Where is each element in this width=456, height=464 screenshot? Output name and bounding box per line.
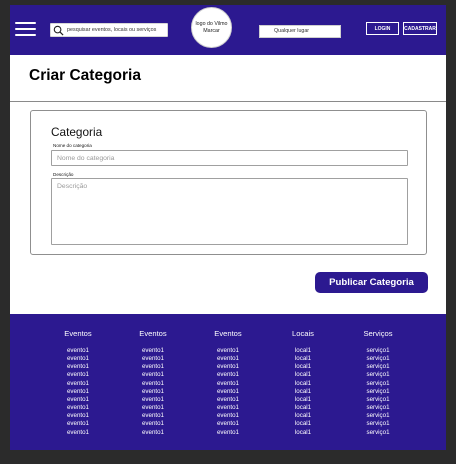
footer-link[interactable]: local1 — [268, 380, 338, 388]
footer-link[interactable]: evento1 — [118, 363, 188, 371]
footer-column: Eventos evento1 evento1 evento1 evento1 even… — [193, 329, 263, 437]
divider — [10, 101, 446, 102]
footer-link[interactable]: local1 — [268, 396, 338, 404]
footer-link[interactable]: serviço1 — [343, 429, 413, 437]
footer-link[interactable]: local1 — [268, 347, 338, 355]
footer-link[interactable]: serviço1 — [343, 380, 413, 388]
footer-link-list: evento1 evento1 evento1 evento1 evento1 event… — [118, 347, 188, 437]
page-title: Criar Categoria — [29, 67, 141, 84]
footer-link[interactable]: evento1 — [118, 388, 188, 396]
footer-link[interactable]: serviço1 — [343, 355, 413, 363]
footer-link[interactable]: serviço1 — [343, 412, 413, 420]
footer-link[interactable]: serviço1 — [343, 420, 413, 428]
login-button[interactable]: LOGIN — [366, 22, 399, 35]
footer-link[interactable]: serviço1 — [343, 347, 413, 355]
footer-link[interactable]: evento1 — [193, 412, 263, 420]
footer-column: Eventos evento1 evento1 evento1 evento1 even… — [118, 329, 188, 437]
footer-link[interactable]: evento1 — [193, 396, 263, 404]
category-name-input[interactable] — [51, 150, 408, 166]
footer-link[interactable]: evento1 — [118, 347, 188, 355]
footer-link[interactable]: evento1 — [193, 420, 263, 428]
description-field-label: Descrição — [53, 172, 74, 177]
footer-column: Locais local1 local1 local1 local1 local1 loc… — [268, 329, 338, 437]
footer-link[interactable]: evento1 — [43, 380, 113, 388]
description-textarea[interactable] — [51, 178, 408, 245]
footer-link[interactable]: serviço1 — [343, 404, 413, 412]
footer-link[interactable]: evento1 — [193, 404, 263, 412]
footer-link[interactable]: evento1 — [118, 355, 188, 363]
footer-link-list: evento1 evento1 evento1 evento1 evento1 event… — [43, 347, 113, 437]
footer-link[interactable]: local1 — [268, 404, 338, 412]
hamburger-menu-icon[interactable] — [15, 22, 36, 37]
publish-category-button[interactable]: Publicar Categoria — [315, 272, 428, 293]
search-box[interactable] — [50, 23, 168, 37]
location-field[interactable]: Qualquer lugar — [259, 25, 341, 38]
name-field-label: Nome do categoria — [53, 143, 92, 148]
footer-link[interactable]: evento1 — [43, 412, 113, 420]
footer-link[interactable]: local1 — [268, 429, 338, 437]
footer-link[interactable]: evento1 — [43, 404, 113, 412]
footer-link[interactable]: evento1 — [43, 363, 113, 371]
footer-column: Eventos evento1 evento1 evento1 evento1 even… — [43, 329, 113, 437]
footer-link[interactable]: evento1 — [43, 420, 113, 428]
search-input[interactable] — [64, 24, 167, 36]
footer-link[interactable]: evento1 — [118, 412, 188, 420]
footer-link[interactable]: local1 — [268, 420, 338, 428]
footer-link[interactable]: evento1 — [43, 371, 113, 379]
search-icon — [53, 25, 64, 36]
footer-column-heading: Eventos — [139, 329, 167, 338]
footer-link[interactable]: evento1 — [43, 429, 113, 437]
footer-link[interactable]: evento1 — [118, 420, 188, 428]
footer-link[interactable]: serviço1 — [343, 371, 413, 379]
footer-link[interactable]: evento1 — [43, 355, 113, 363]
logo[interactable]: logo do Vilmo Marcar — [191, 7, 232, 48]
footer-link[interactable]: evento1 — [193, 380, 263, 388]
footer-link[interactable]: evento1 — [43, 347, 113, 355]
footer-link-list: local1 local1 local1 local1 local1 local1 loca… — [268, 347, 338, 437]
top-header: logo do Vilmo Marcar Qualquer lugar LOGI… — [10, 5, 446, 55]
footer-link[interactable]: local1 — [268, 355, 338, 363]
footer-column-heading: Eventos — [214, 329, 242, 338]
footer-link[interactable]: serviço1 — [343, 363, 413, 371]
footer-link[interactable]: evento1 — [43, 396, 113, 404]
footer-link[interactable]: evento1 — [118, 404, 188, 412]
page-frame: logo do Vilmo Marcar Qualquer lugar LOGI… — [10, 5, 446, 450]
footer-link[interactable]: serviço1 — [343, 396, 413, 404]
footer-link[interactable]: local1 — [268, 363, 338, 371]
footer-column-heading: Eventos — [64, 329, 92, 338]
footer-link[interactable]: evento1 — [43, 388, 113, 396]
footer-link[interactable]: evento1 — [118, 380, 188, 388]
footer-link[interactable]: local1 — [268, 388, 338, 396]
footer-link[interactable]: serviço1 — [343, 388, 413, 396]
footer-link[interactable]: local1 — [268, 371, 338, 379]
footer-link[interactable]: evento1 — [193, 429, 263, 437]
footer-link[interactable]: evento1 — [193, 363, 263, 371]
footer-link[interactable]: evento1 — [118, 429, 188, 437]
footer-link[interactable]: evento1 — [193, 347, 263, 355]
footer-column-heading: Serviços — [363, 329, 393, 338]
footer-link[interactable]: local1 — [268, 412, 338, 420]
footer-link[interactable]: evento1 — [118, 371, 188, 379]
form-heading: Categoria — [51, 125, 103, 139]
footer: Eventos evento1 evento1 evento1 evento1 even… — [10, 314, 446, 450]
footer-link-list: serviço1 serviço1 serviço1 serviço1 serviço1… — [343, 347, 413, 437]
footer-link[interactable]: evento1 — [193, 355, 263, 363]
footer-column-heading: Locais — [292, 329, 314, 338]
footer-link[interactable]: evento1 — [118, 396, 188, 404]
footer-column: Serviços serviço1 serviço1 serviço1 serviço… — [343, 329, 413, 437]
signup-button[interactable]: CADASTRAR — [403, 22, 437, 35]
category-form-card: Categoria Nome do categoria Descrição — [30, 110, 427, 255]
footer-link[interactable]: evento1 — [193, 371, 263, 379]
footer-link-list: evento1 evento1 evento1 evento1 evento1 event… — [193, 347, 263, 437]
footer-link[interactable]: evento1 — [193, 388, 263, 396]
